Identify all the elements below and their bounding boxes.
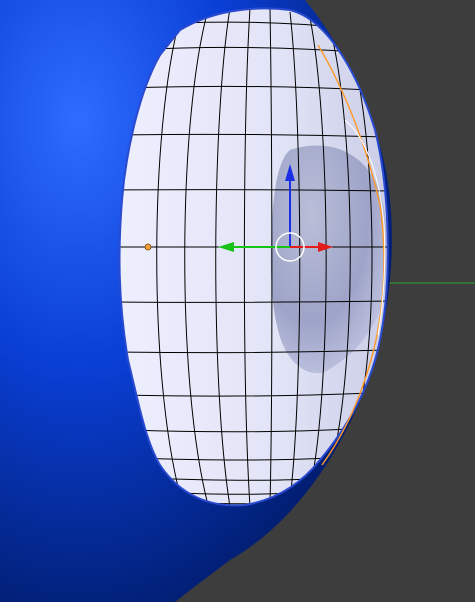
viewport-canvas[interactable] bbox=[0, 0, 475, 602]
3d-viewport[interactable] bbox=[0, 0, 475, 602]
selected-vertex[interactable] bbox=[144, 243, 152, 251]
